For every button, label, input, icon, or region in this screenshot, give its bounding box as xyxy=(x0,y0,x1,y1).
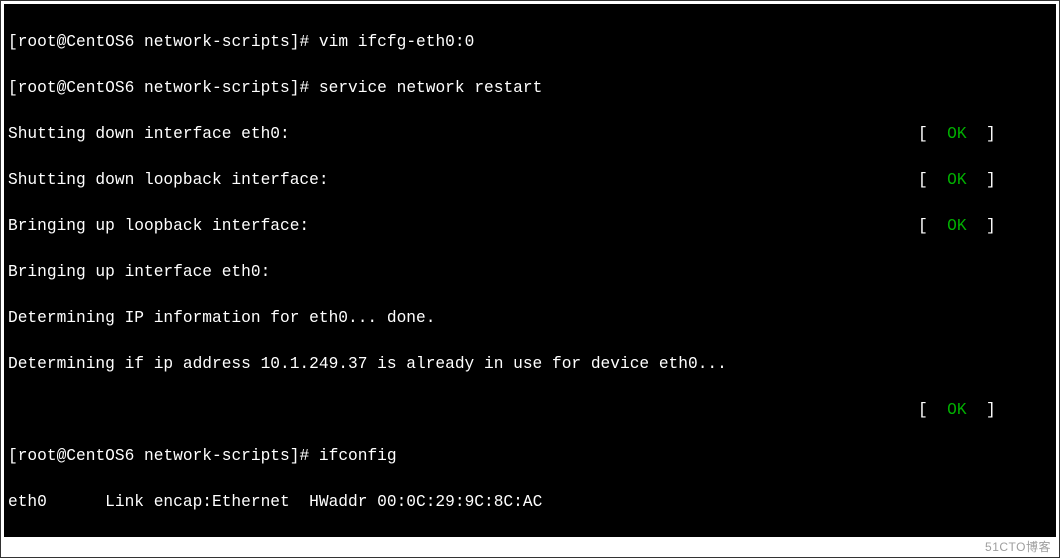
terminal-line: [root@CentOS6 network-scripts]# service … xyxy=(8,77,1048,100)
status-badge: [ OK ] xyxy=(918,123,1048,146)
terminal-line: [root@CentOS6 network-scripts]# ifconfig xyxy=(8,445,1048,468)
status-badge: [ OK ] xyxy=(918,169,1048,192)
status-badge: [ OK ] xyxy=(918,215,1048,238)
prompt-at: @ xyxy=(57,33,67,51)
terminal-line: [root@CentOS6 network-scripts]# vim ifcf… xyxy=(8,31,1048,54)
prompt-cwd: network-scripts xyxy=(144,79,290,97)
prompt-user: root xyxy=(18,79,57,97)
terminal[interactable]: [root@CentOS6 network-scripts]# vim ifcf… xyxy=(4,4,1056,537)
terminal-line: Shutting down interface eth0: [ OK ] xyxy=(8,123,1048,146)
iface-text: Link encap:Ethernet HWaddr 00:0C:29:9C:8… xyxy=(47,493,562,511)
prompt-open: [ xyxy=(8,33,18,51)
prompt-at: @ xyxy=(57,79,67,97)
ok-label: OK xyxy=(947,401,966,419)
fill xyxy=(348,169,918,192)
prompt-symbol: # xyxy=(299,79,309,97)
ok-label: OK xyxy=(947,217,966,235)
bracket-left: [ xyxy=(918,401,947,419)
status-text: Shutting down interface eth0: xyxy=(8,123,309,146)
bracket-left: [ xyxy=(918,125,947,143)
bracket-right: ] xyxy=(967,401,996,419)
prompt-close: ] xyxy=(290,33,300,51)
bracket-right: ] xyxy=(967,171,996,189)
prompt-symbol: # xyxy=(299,33,309,51)
watermark-text: 51CTO博客 xyxy=(985,538,1051,555)
prompt-cwd: network-scripts xyxy=(144,447,290,465)
terminal-line: Bringing up loopback interface: [ OK ] xyxy=(8,215,1048,238)
prompt-user: root xyxy=(18,447,57,465)
iface-name: eth0 xyxy=(8,493,47,511)
prompt-close: ] xyxy=(290,79,300,97)
command-text: vim ifcfg-eth0:0 xyxy=(319,33,474,51)
terminal-line: eth0 Link encap:Ethernet HWaddr 00:0C:29… xyxy=(8,491,1048,514)
prompt-symbol: # xyxy=(299,447,309,465)
status-badge: [ OK ] xyxy=(918,399,1048,422)
status-text: Shutting down loopback interface: xyxy=(8,169,348,192)
command-text: service network restart xyxy=(319,79,542,97)
status-text: Bringing up loopback interface: xyxy=(8,215,329,238)
ok-label: OK xyxy=(947,125,966,143)
terminal-line: Determining if ip address 10.1.249.37 is… xyxy=(8,353,1048,376)
prompt-close: ] xyxy=(290,447,300,465)
bracket-right: ] xyxy=(967,125,996,143)
prompt-at: @ xyxy=(57,447,67,465)
bracket-left: [ xyxy=(918,217,947,235)
prompt-host: CentOS6 xyxy=(66,79,134,97)
terminal-line: Bringing up interface eth0: xyxy=(8,261,1048,284)
command-text: ifconfig xyxy=(319,447,397,465)
terminal-line: Shutting down loopback interface: [ OK ] xyxy=(8,169,1048,192)
fill xyxy=(309,123,918,146)
fill xyxy=(8,399,918,422)
prompt-open: [ xyxy=(8,447,18,465)
prompt-host: CentOS6 xyxy=(66,33,134,51)
prompt-user: root xyxy=(18,33,57,51)
bracket-left: [ xyxy=(918,171,947,189)
prompt-open: [ xyxy=(8,79,18,97)
fill xyxy=(329,215,918,238)
bracket-right: ] xyxy=(967,217,996,235)
prompt-host: CentOS6 xyxy=(66,447,134,465)
prompt-cwd: network-scripts xyxy=(144,33,290,51)
screenshot-frame: [root@CentOS6 network-scripts]# vim ifcf… xyxy=(0,0,1060,558)
terminal-line: Determining IP information for eth0... d… xyxy=(8,307,1048,330)
terminal-line: [ OK ] xyxy=(8,399,1048,422)
ok-label: OK xyxy=(947,171,966,189)
